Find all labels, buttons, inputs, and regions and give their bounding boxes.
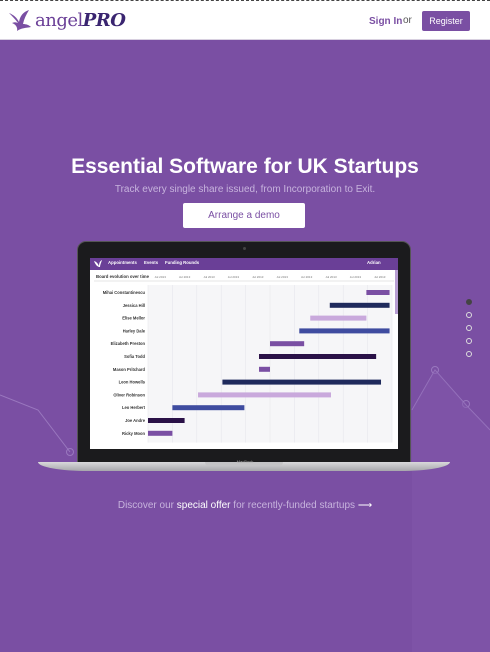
gantt-bar[interactable] (310, 315, 367, 321)
gantt-bar[interactable] (299, 328, 390, 334)
sign-in-link[interactable]: Sign In (369, 16, 402, 27)
logo[interactable]: angelPRO (7, 7, 126, 33)
app-screenshot: Appointments Events Funding Rounds Adria… (90, 258, 398, 449)
slider-dot[interactable] (466, 325, 472, 331)
gantt-row-label: Jessica Hill (123, 303, 145, 308)
gantt-bar[interactable] (259, 354, 377, 359)
laptop-brand: MacBook (236, 459, 254, 464)
gantt-row-label: Ricky Moon (122, 431, 145, 436)
hero-subtitle: Track every single share issued, from In… (114, 184, 376, 195)
angel-bird-icon (9, 10, 31, 31)
gantt-row-label: Mason Pritchard (113, 367, 146, 372)
gantt-row-label: Oliver Robinson (113, 392, 145, 397)
register-button[interactable]: Register (422, 11, 470, 31)
gantt-row-label: Mihai Constantinescu (103, 290, 146, 295)
gantt-row-label: Harley Dale (123, 328, 146, 333)
gantt-bar[interactable] (148, 418, 185, 423)
logo-text: angelPRO (35, 9, 126, 31)
gantt-row-label: Elizabeth Preston (111, 341, 146, 346)
hero-title: Essential Software for UK Startups (71, 155, 419, 178)
gantt-bar[interactable] (259, 366, 270, 372)
gantt-bar[interactable] (270, 341, 305, 347)
special-offer-link[interactable]: special offer (177, 500, 231, 511)
slider-dot[interactable] (466, 351, 472, 357)
gantt-row-label: Joe Andre (125, 418, 146, 423)
top-header: angelPRO Sign In or Register (0, 0, 490, 40)
gantt-tick-label: Jul 2013 (203, 275, 215, 279)
special-offer-line: Discover our special offer for recently-… (0, 500, 490, 511)
gantt-bar[interactable] (198, 392, 331, 398)
gantt-tick-label: Jul 2013 (350, 275, 362, 279)
gantt-bar[interactable] (366, 290, 390, 295)
arrange-demo-button[interactable]: Arrange a demo (183, 203, 305, 228)
gantt-tick-label: Jul 2013 (228, 275, 240, 279)
gantt-row-label: Leo Herbert (122, 405, 146, 410)
laptop-screen: Appointments Events Funding Rounds Adria… (77, 241, 411, 463)
gantt-bar[interactable] (172, 405, 245, 411)
slider-dot[interactable] (466, 299, 472, 305)
gantt-tick-label: Jul 2013 (155, 275, 167, 279)
gantt-tick-label: Jul 2013 (179, 275, 191, 279)
gantt-bar[interactable] (222, 379, 382, 385)
or-label: or (403, 15, 412, 26)
gantt-row-label: Leon Howells (119, 380, 146, 385)
gantt-bar[interactable] (148, 430, 173, 436)
offer-prefix: Discover our (117, 500, 174, 511)
slider-dot[interactable] (466, 312, 472, 318)
gantt-tick-label: Jul 2013 (325, 275, 337, 279)
gantt-row-label: Sofia Todd (124, 354, 145, 359)
gantt-tick-label: Jul 2013 (277, 275, 289, 279)
camera-dot (243, 247, 246, 250)
gantt-bar[interactable] (329, 302, 390, 308)
gantt-row-label: Elise Mellor (122, 316, 145, 321)
gantt-tick-label: Jul 2013 (374, 275, 386, 279)
gantt-tick-label: Jul 2013 (301, 275, 313, 279)
arrow-right-icon[interactable]: ⟶ (358, 500, 372, 511)
gantt-chart: Jul 2013 Jul 2013 Jul 2013 Jul 2013 Jul 2013… (94, 275, 394, 443)
gantt-tick-label: Jul 2013 (252, 275, 264, 279)
slider-dot[interactable] (466, 338, 472, 344)
offer-suffix: for recently-funded startups (233, 500, 356, 511)
